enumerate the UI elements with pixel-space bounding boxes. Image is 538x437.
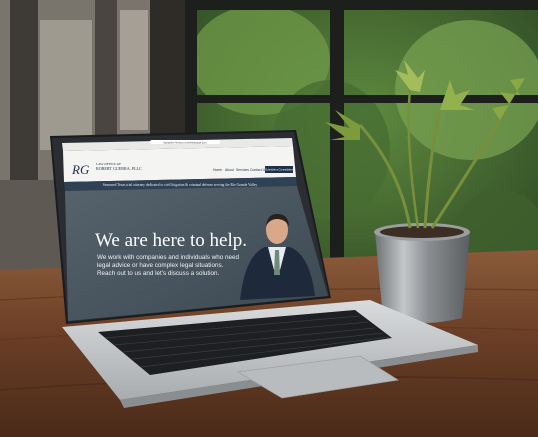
window-pane — [120, 10, 148, 130]
nav-menu: Home About Services Contact Us — [213, 168, 267, 172]
hero-heading: We are here to help. — [95, 230, 247, 251]
tagline-text: Seasoned Texas trial attorney dedicated … — [103, 183, 258, 187]
scene-svg: rbgrapher-lexaw.io.cwebsitepage.com RG L… — [0, 0, 538, 437]
nav-services[interactable]: Services — [236, 168, 249, 172]
pot-soil — [380, 226, 464, 238]
nav-home[interactable]: Home — [213, 168, 222, 172]
cta-label: Schedule a Consultation — [265, 168, 294, 172]
hero-body-line-2: legal advice or have complex legal situa… — [97, 262, 224, 269]
logo-monogram: RG — [71, 162, 90, 177]
address-text: rbgrapher-lexaw.io.cwebsitepage.com — [163, 140, 207, 144]
hero-body-line-3: Reach out to us and let's discuss a solu… — [97, 270, 220, 277]
attorney-tie — [274, 250, 280, 275]
window-mullion — [330, 0, 344, 290]
window-transom — [185, 95, 538, 103]
photo-scene: rbgrapher-lexaw.io.cwebsitepage.com RG L… — [0, 0, 538, 437]
hero-body-line-1: We work with companies and individuals w… — [97, 254, 239, 261]
website-screen: rbgrapher-lexaw.io.cwebsitepage.com RG L… — [62, 138, 328, 321]
window-top-frame — [185, 0, 538, 10]
window-pane — [40, 20, 92, 150]
nav-about[interactable]: About — [225, 168, 234, 172]
